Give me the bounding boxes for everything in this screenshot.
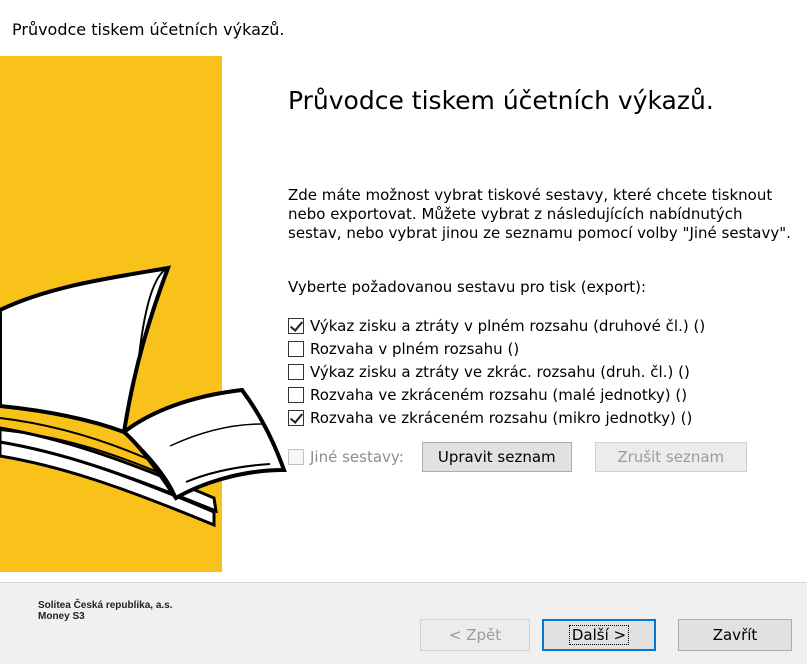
report-option-balance-micro[interactable]: Rozvaha ve zkráceném rozsahu (mikro jedn… <box>288 406 800 429</box>
footer-button-bar: < Zpět Další > Zavřít <box>0 619 807 651</box>
other-reports-checkbox[interactable] <box>288 449 304 465</box>
report-option-label: Rozvaha ve zkráceném rozsahu (mikro jedn… <box>310 408 693 427</box>
other-reports-label: Jiné sestavy: <box>310 448 404 466</box>
wizard-footer: Solitea Česká republika, a.s. Money S3 <… <box>0 583 807 664</box>
checkbox-unchecked-icon[interactable] <box>288 340 304 357</box>
wizard-content: Průvodce tiskem účetních výkazů. Zde mát… <box>0 46 807 582</box>
report-option-label: Rozvaha ve zkráceném rozsahu (malé jedno… <box>310 385 688 404</box>
open-book-illustration-icon <box>0 265 287 528</box>
wizard-heading: Průvodce tiskem účetních výkazů. <box>288 86 714 115</box>
report-option-label: Výkaz zisku a ztráty v plném rozsahu (dr… <box>310 316 706 335</box>
checkbox-checked-icon[interactable] <box>288 409 304 426</box>
edit-list-button[interactable]: Upravit seznam <box>421 442 572 472</box>
report-checklist: Výkaz zisku a ztráty v plném rozsahu (dr… <box>288 314 800 429</box>
report-option-vzz-full[interactable]: Výkaz zisku a ztráty v plném rozsahu (dr… <box>288 314 800 337</box>
report-option-balance-small[interactable]: Rozvaha ve zkráceném rozsahu (malé jedno… <box>288 383 800 406</box>
close-button[interactable]: Zavřít <box>678 619 792 651</box>
title-bar: Průvodce tiskem účetních výkazů. <box>0 0 807 47</box>
company-name: Solitea Česká republika, a.s. <box>38 600 173 611</box>
next-button[interactable]: Další > <box>542 619 656 651</box>
wizard-description: Zde máte možnost vybrat tiskové sestavy,… <box>288 186 791 242</box>
wizard-window: Průvodce tiskem účetních výkazů. Průvodc… <box>0 0 807 664</box>
report-option-balance-full[interactable]: Rozvaha v plném rozsahu () <box>288 337 800 360</box>
other-reports-row: Jiné sestavy: Upravit seznam Zrušit sezn… <box>288 442 747 472</box>
clear-list-button[interactable]: Zrušit seznam <box>594 442 747 472</box>
back-button[interactable]: < Zpět <box>420 619 530 651</box>
checkbox-unchecked-icon[interactable] <box>288 363 304 380</box>
window-title: Průvodce tiskem účetních výkazů. <box>12 20 285 39</box>
report-selection-prompt: Vyberte požadovanou sestavu pro tisk (ex… <box>288 278 647 296</box>
next-button-label: Další > <box>568 625 630 645</box>
checkbox-unchecked-icon[interactable] <box>288 386 304 403</box>
report-option-label: Výkaz zisku a ztráty ve zkrác. rozsahu (… <box>310 362 690 381</box>
report-option-label: Rozvaha v plném rozsahu () <box>310 339 520 358</box>
checkbox-checked-icon[interactable] <box>288 317 304 334</box>
report-option-vzz-short[interactable]: Výkaz zisku a ztráty ve zkrác. rozsahu (… <box>288 360 800 383</box>
